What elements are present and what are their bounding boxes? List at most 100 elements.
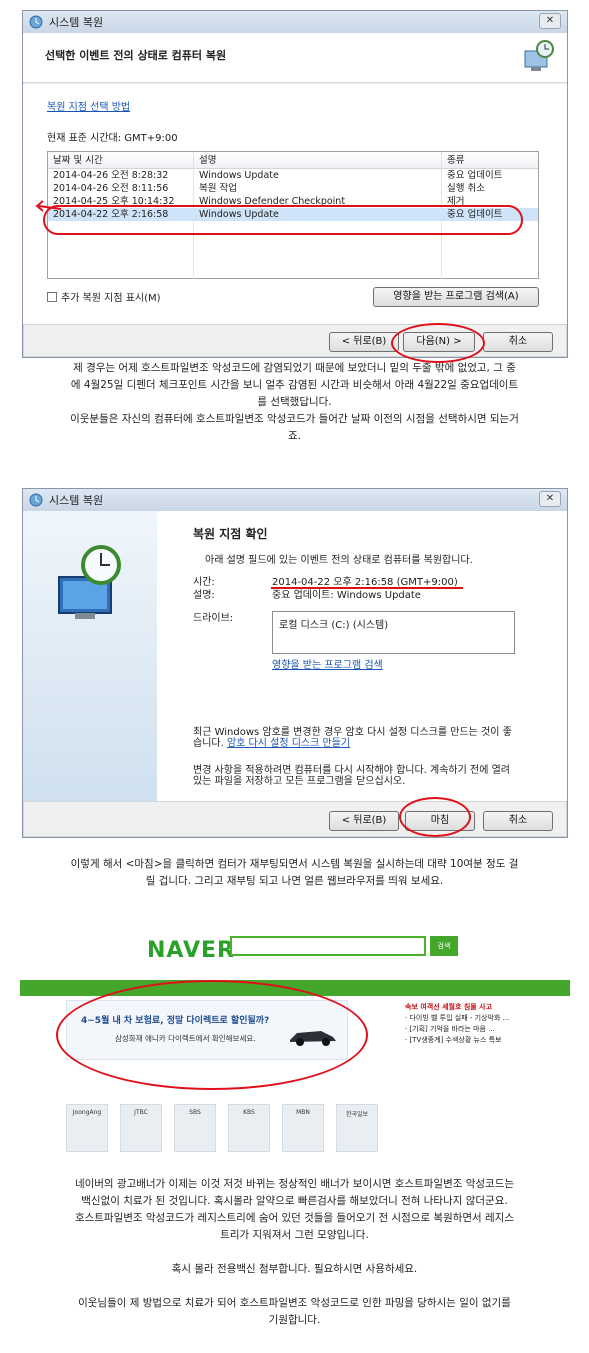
caption-line: 제 경우는 어제 호스트파일변조 악성코드에 감염되었기 때문에 보았더니 밑의… (73, 362, 516, 374)
next-button[interactable]: 다음(N) > (403, 332, 475, 352)
show-more-checkbox[interactable] (47, 291, 57, 302)
dialog-subtitle: 아래 설명 필드에 있는 이벤트 전의 상태로 컴퓨터를 복원합니다. (205, 555, 473, 566)
show-more-label: 추가 복원 지점 표시(M) (61, 293, 161, 304)
news-thumbnail[interactable]: KBS (228, 1104, 270, 1152)
car-icon (290, 1031, 336, 1046)
news-thumbnail[interactable]: MBN (282, 1104, 324, 1152)
table-header: 날짜 및 시간 설명 종류 (48, 152, 538, 169)
row-type: 중요 업데이트 (447, 170, 503, 181)
caption-line: 를 선택했답니다. (257, 396, 332, 408)
password-note-line: 습니다. (193, 738, 224, 749)
news-item[interactable]: · [기획] 기억을 바라는 마음 ... (405, 1024, 565, 1035)
table-row[interactable]: 2014-04-25 오후 10:14:32 Windows Defender … (48, 195, 538, 208)
dialog-title: 시스템 복원 (49, 16, 104, 29)
caption-paragraph-1: 제 경우는 어제 호스트파일변조 악성코드에 감염되었기 때문에 보았더니 밑의… (18, 360, 571, 445)
row-date: 2014-04-25 오후 10:14:32 (48, 195, 194, 208)
red-underline-time (271, 587, 463, 589)
caption-paragraph-2: 이렇게 해서 <마침>을 클릭하면 컴터가 재부팅되면서 시스템 복원을 실시하… (18, 856, 571, 890)
row-description: Windows Update (194, 169, 442, 182)
drive-item[interactable]: 로컬 디스크 (C:) (시스템) (279, 620, 388, 631)
row-description: Windows Update (194, 208, 442, 221)
dialog-titlebar: 시스템 복원 (23, 489, 567, 511)
column-header-description[interactable]: 설명 (194, 152, 442, 168)
system-restore-dialog-select: 시스템 복원 ✕ 선택한 이벤트 전의 상태로 컴퓨터 복원 복원 지점 선택 … (22, 10, 568, 363)
column-header-type[interactable]: 종류 (442, 152, 538, 168)
caption-paragraph-3: 네이버의 광고배너가 이제는 이것 저것 바뀌는 정상적인 배너가 보이시면 호… (18, 1176, 571, 1329)
caption-line: 죠. (288, 430, 301, 442)
restore-computer-icon (524, 40, 554, 71)
row-type: 제거 (447, 196, 465, 207)
caption-line: 기원합니다. (268, 1314, 321, 1326)
back-button[interactable]: < 뒤로(B) (329, 332, 399, 352)
caption-line: 트리가 지워져서 그런 모양입니다. (220, 1229, 369, 1241)
password-note-line: 최근 Windows 암호를 변경한 경우 암호 다시 설정 디스크를 만드는 … (193, 727, 512, 738)
scan-affected-programs-link[interactable]: 영향을 받는 프로그램 검색 (272, 656, 383, 671)
drive-list[interactable]: 로컬 디스크 (C:) (시스템) (272, 611, 515, 654)
back-button[interactable]: < 뒤로(B) (329, 811, 399, 831)
restore-computer-icon (58, 545, 121, 619)
dialog-titlebar: 시스템 복원 (23, 11, 567, 33)
password-note: 최근 Windows 암호를 변경한 경우 암호 다시 설정 디스크를 만드는 … (193, 727, 512, 749)
save-note-line: 있는 파일을 저장하고 모든 프로그램을 닫으십시오. (193, 776, 406, 787)
naver-homepage-screenshot: NAVER 검색 4~5월 내 차 보험료, 정말 다이렉트로 할인될까? 삼성… (20, 912, 570, 1158)
save-note-line: 변경 사항을 적용하려면 컴퓨터를 다시 시작해야 합니다. 계속하기 전에 열… (193, 765, 510, 776)
news-item[interactable]: · [TV생중계] 수색상황 뉴스 특보 (405, 1035, 565, 1046)
naver-logo[interactable]: NAVER (147, 938, 235, 963)
row-type: 실행 취소 (447, 183, 485, 194)
caption-line: 릴 겁니다. 그리고 재부팅 되고 나면 얼른 웹브라우저를 띄워 보세요. (145, 875, 444, 887)
naver-ad-banner[interactable]: 4~5월 내 차 보험료, 정말 다이렉트로 할인될까? 삼성화재 애니카 다이… (66, 1000, 348, 1060)
news-item[interactable]: 속보 여객선 세월호 침몰 사고 (405, 1002, 565, 1013)
dialog-header: 선택한 이벤트 전의 상태로 컴퓨터 복원 (23, 33, 567, 83)
banner-subline: 삼성화재 애니카 다이렉트에서 확인해보세요. (115, 1034, 256, 1043)
row-date: 2014-04-26 오전 8:11:56 (48, 182, 194, 195)
caption-line: 이렇게 해서 <마침>을 클릭하면 컴터가 재부팅되면서 시스템 복원을 실시하… (70, 858, 519, 870)
wizard-side-panel (23, 511, 157, 801)
news-thumbnail[interactable]: SBS (174, 1104, 216, 1152)
news-thumbnail[interactable]: JoongAng (66, 1104, 108, 1152)
row-description: Windows Defender Checkpoint (194, 195, 442, 208)
timezone-label: 현재 표준 시간대: GMT+9:00 (47, 133, 178, 144)
naver-menu-bar (20, 980, 570, 996)
system-restore-icon (29, 493, 43, 507)
finish-button[interactable]: 마침 (405, 811, 475, 831)
password-reset-disk-link[interactable]: 암호 다시 설정 디스크 만들기 (227, 738, 350, 749)
table-empty-area (48, 221, 538, 279)
row-type: 중요 업데이트 (447, 209, 503, 220)
drive-label: 드라이브: (193, 613, 234, 624)
table-row[interactable]: 2014-04-26 오전 8:28:32 Windows Update 중요 … (48, 169, 538, 182)
restore-point-table: 날짜 및 시간 설명 종류 2014-04-26 오전 8:28:32 Wind… (47, 151, 539, 279)
system-restore-dialog-confirm: 시스템 복원 ✕ 복원 지점 확인 아래 설명 필드에 있는 이벤트 전의 상태… (22, 488, 568, 838)
cancel-button[interactable]: 취소 (483, 811, 553, 831)
dialog-title: 시스템 복원 (49, 494, 104, 507)
column-header-date[interactable]: 날짜 및 시간 (48, 152, 194, 168)
news-thumbnail[interactable]: 한국일보 (336, 1104, 378, 1152)
caption-line: 혹시 몰라 전용백신 첨부합니다. 필요하시면 사용하세요. (171, 1263, 418, 1275)
description-label: 설명: (193, 590, 215, 601)
news-item[interactable]: · 다이빙 벨 투입 실패 - 기상악화 ... (405, 1013, 565, 1024)
scan-affected-programs-button[interactable]: 영향을 받는 프로그램 검색(A) (373, 287, 539, 307)
caption-line (18, 1244, 571, 1261)
table-row-selected[interactable]: 2014-04-22 오후 2:16:58 Windows Update 중요 … (48, 208, 538, 221)
dialog-heading: 복원 지점 확인 (193, 527, 268, 541)
row-description: 복원 작업 (194, 182, 442, 195)
naver-search-button[interactable]: 검색 (430, 936, 458, 956)
naver-news-panel: 속보 여객선 세월호 침몰 사고 · 다이빙 벨 투입 실패 - 기상악화 ..… (405, 1002, 565, 1046)
wizard-main-panel: 복원 지점 확인 아래 설명 필드에 있는 이벤트 전의 상태로 컴퓨터를 복원… (157, 511, 567, 801)
caption-line: 백신없이 치료가 된 것입니다. 혹시몰라 알약으로 빠른검사를 해보았더니 전… (81, 1195, 508, 1207)
news-thumbnail[interactable]: JTBC (120, 1104, 162, 1152)
close-button[interactable]: ✕ (539, 13, 561, 29)
caption-line (18, 1278, 571, 1295)
save-work-note: 변경 사항을 적용하려면 컴퓨터를 다시 시작해야 합니다. 계속하기 전에 열… (193, 765, 510, 787)
table-row[interactable]: 2014-04-26 오전 8:11:56 복원 작업 실행 취소 (48, 182, 538, 195)
caption-line: 호스트파일변조 악성코드가 레지스트리에 숨어 있던 것들을 들어오기 전 시점… (74, 1212, 515, 1224)
help-link[interactable]: 복원 지점 선택 방법 (47, 98, 130, 113)
caption-line: 에 4월25일 디펜더 체크포인트 시간을 보니 얼추 감염된 시간과 비슷해서… (70, 379, 519, 391)
naver-search-input[interactable] (230, 936, 426, 956)
close-button[interactable]: ✕ (539, 491, 561, 507)
cancel-button[interactable]: 취소 (483, 332, 553, 352)
caption-line: 이웃분들은 자신의 컴퓨터에 호스트파일변조 악성코드가 들어간 날짜 이전의 … (70, 413, 519, 425)
show-more-option[interactable]: 추가 복원 지점 표시(M) (47, 289, 161, 304)
red-arrow-icon (35, 200, 62, 212)
caption-line: 네이버의 광고배너가 이제는 이것 저것 바뀌는 정상적인 배너가 보이시면 호… (74, 1178, 515, 1190)
caption-line: 이웃님들이 제 방법으로 치료가 되어 호스트파일변조 악성코드로 인한 파밍을… (78, 1297, 511, 1309)
